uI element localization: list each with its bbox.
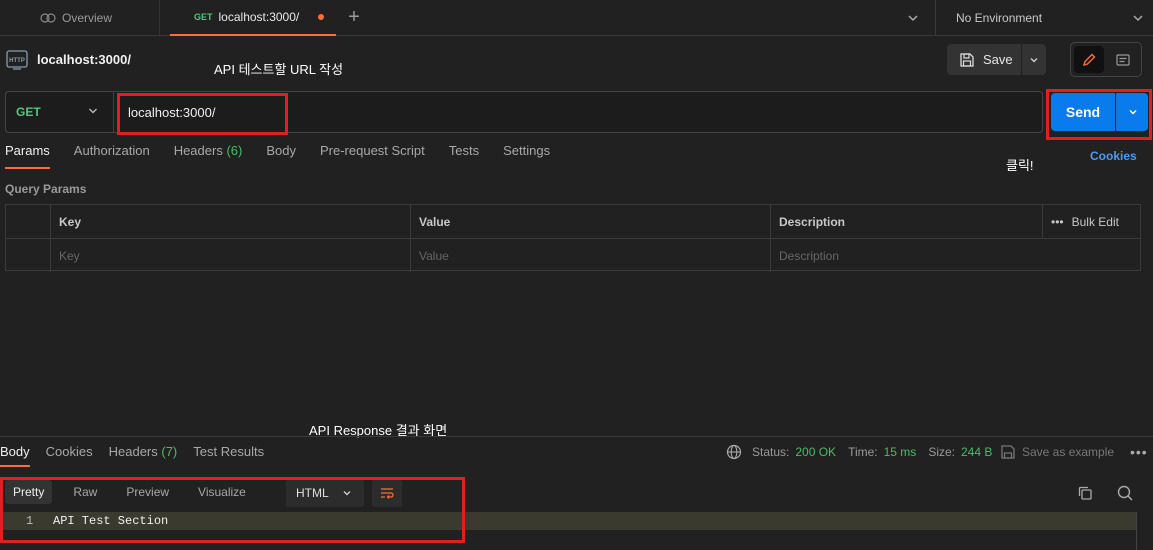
status-label: Status: <box>752 445 790 459</box>
resp-tab-body[interactable]: Body <box>0 444 30 467</box>
tab-request-active[interactable]: GET localhost:3000/ <box>170 0 336 36</box>
http-request-icon: HTTP <box>6 48 28 72</box>
description-input[interactable]: Description <box>770 239 1142 272</box>
save-button[interactable]: Save <box>947 44 1021 75</box>
annotation-url-box <box>117 93 288 135</box>
environment-selector[interactable]: No Environment <box>935 0 1153 35</box>
query-params-table: Key Value Description ••• Bulk Edit Key … <box>5 204 1142 272</box>
annotation-send-box <box>1046 89 1152 140</box>
request-tabs: Params Authorization Headers (6) Body Pr… <box>5 143 550 169</box>
tab-overview[interactable]: Overview <box>0 0 160 35</box>
size-value[interactable]: 244 B <box>961 445 992 459</box>
save-as-example-button[interactable]: Save as example <box>1000 444 1114 460</box>
new-tab-plus-icon[interactable]: + <box>344 7 364 28</box>
method-chevron-down-icon[interactable] <box>86 104 100 118</box>
environment-label: No Environment <box>956 10 1043 25</box>
search-icon[interactable] <box>1116 484 1134 502</box>
annotation-click: 클릭! <box>1006 158 1034 173</box>
value-input[interactable]: Value <box>410 239 770 272</box>
copy-icon[interactable] <box>1076 484 1094 502</box>
table-header-row: Key Value Description ••• Bulk Edit <box>6 205 1140 238</box>
tab-headers-label: Headers <box>173 143 223 158</box>
vertical-scrollbar[interactable] <box>1136 512 1148 550</box>
resp-tab-headers-label: Headers <box>108 444 158 459</box>
table-row: Key Value Description <box>6 238 1142 272</box>
response-status-bar: Status: 200 OK Time: 15 ms Size: 244 B <box>726 444 992 460</box>
tab-request-label: localhost:3000/ <box>218 10 300 24</box>
column-header-value: Value <box>410 205 770 238</box>
size-label: Size: <box>928 445 955 459</box>
unsaved-dot-icon <box>318 14 324 20</box>
response-more-options-icon[interactable]: ••• <box>1130 444 1148 460</box>
key-input[interactable]: Key <box>50 239 410 272</box>
headers-count: (6) <box>226 143 243 158</box>
tab-method: GET <box>194 12 213 22</box>
tab-overview-label: Overview <box>62 10 113 25</box>
resp-tab-test-results[interactable]: Test Results <box>193 444 264 467</box>
save-label: Save <box>983 52 1013 67</box>
documentation-icon[interactable] <box>1110 46 1136 73</box>
svg-text:HTTP: HTTP <box>9 58 25 64</box>
response-divider <box>0 436 1153 437</box>
column-header-key: Key <box>50 205 410 238</box>
save-dropdown-chevron-icon[interactable] <box>1022 44 1046 75</box>
tab-params[interactable]: Params <box>5 143 50 169</box>
resp-headers-count: (7) <box>161 444 178 459</box>
save-example-icon <box>1000 444 1016 460</box>
tab-authorization[interactable]: Authorization <box>74 143 150 169</box>
annotation-response-box <box>0 477 465 543</box>
environment-chevron-down-icon[interactable] <box>1130 10 1146 26</box>
resp-tab-headers[interactable]: Headers (7) <box>109 444 178 467</box>
tab-settings[interactable]: Settings <box>503 143 550 169</box>
tab-prerequest-script[interactable]: Pre-request Script <box>320 143 425 169</box>
resp-tab-cookies[interactable]: Cookies <box>46 444 93 467</box>
tabs-dropdown-chevron-icon[interactable] <box>904 10 922 26</box>
save-example-label: Save as example <box>1022 445 1115 459</box>
request-title[interactable]: localhost:3000/ <box>37 52 131 67</box>
edit-pencil-icon[interactable] <box>1074 46 1104 73</box>
bulk-edit-label: Bulk Edit <box>1071 214 1119 229</box>
cookies-link[interactable]: Cookies <box>1090 149 1137 163</box>
tab-headers[interactable]: Headers (6) <box>174 143 243 169</box>
time-label: Time: <box>848 445 878 459</box>
column-header-description: Description <box>770 205 1042 238</box>
more-horizontal-icon: ••• <box>1051 214 1064 229</box>
overview-icon <box>40 12 56 24</box>
globe-icon[interactable] <box>726 444 742 460</box>
response-tabs: Body Cookies Headers (7) Test Results <box>0 444 264 467</box>
tab-tests[interactable]: Tests <box>449 143 479 169</box>
status-value[interactable]: 200 OK <box>795 445 836 459</box>
tab-body[interactable]: Body <box>266 143 296 169</box>
query-params-title: Query Params <box>5 182 87 196</box>
bulk-edit-button[interactable]: ••• Bulk Edit <box>1042 205 1142 238</box>
save-icon <box>959 52 975 68</box>
annotation-url: API 테스트할 URL 작성 <box>214 62 344 77</box>
time-value[interactable]: 15 ms <box>884 445 917 459</box>
method-label: GET <box>16 105 41 119</box>
